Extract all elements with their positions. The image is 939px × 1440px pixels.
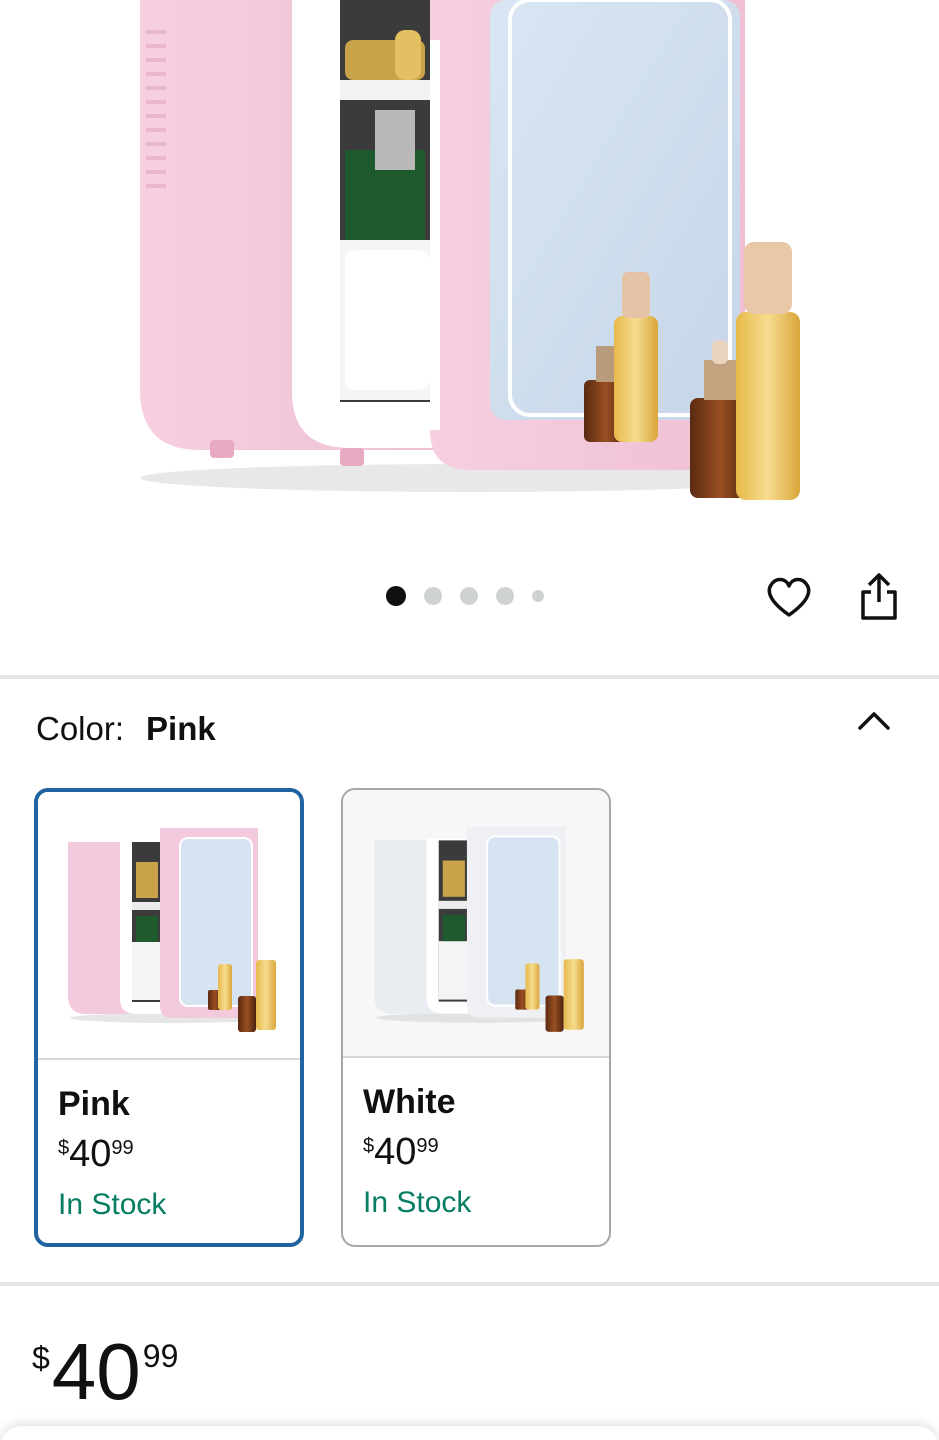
price-whole: 40: [374, 1131, 417, 1173]
section-divider: [0, 1282, 939, 1286]
heart-icon: [767, 577, 811, 617]
collapse-color-button[interactable]: [852, 700, 896, 740]
color-label: Color:: [36, 710, 125, 747]
price-whole: 40: [51, 1327, 141, 1416]
mini-fridge-illustration: [140, 0, 800, 500]
chevron-up-icon: [858, 712, 890, 730]
color-option-thumbnail: [38, 792, 300, 1060]
add-to-list-button[interactable]: [762, 570, 816, 624]
color-option-name: Pink: [58, 1085, 130, 1123]
product-image[interactable]: [0, 0, 939, 560]
section-divider: [0, 675, 939, 679]
carousel-dot-1[interactable]: [386, 586, 406, 606]
color-option-pink[interactable]: Pink $ 40 99 In Stock: [34, 788, 304, 1247]
image-carousel-dots[interactable]: [386, 586, 562, 606]
product-price: $ 40 99: [32, 1330, 178, 1414]
color-option-price: $ 40 99: [58, 1132, 300, 1176]
selected-color-value: Pink: [146, 710, 216, 747]
color-option-thumbnail: [343, 790, 609, 1058]
price-fraction: 99: [142, 1338, 179, 1374]
color-option-name: White: [363, 1083, 456, 1121]
price-symbol: $: [58, 1137, 70, 1159]
price-fraction: 99: [111, 1137, 134, 1159]
pink-fridge-thumbnail: [68, 828, 276, 1032]
carousel-dot-3[interactable]: [460, 587, 478, 605]
availability-status: In Stock: [58, 1188, 167, 1221]
price-symbol: $: [32, 1340, 50, 1376]
price-symbol: $: [363, 1135, 375, 1157]
color-option-price: $ 40 99: [363, 1130, 609, 1174]
bottom-sheet-edge: [0, 1426, 939, 1440]
availability-status: In Stock: [363, 1186, 472, 1219]
price-fraction: 99: [416, 1135, 439, 1157]
color-selector-header: Color: Pink: [36, 710, 216, 748]
color-option-white[interactable]: White $ 40 99 In Stock: [341, 788, 611, 1247]
price-whole: 40: [69, 1133, 112, 1175]
share-button[interactable]: [852, 570, 906, 624]
white-fridge-thumbnail: [374, 826, 584, 1032]
share-icon: [861, 573, 897, 620]
carousel-dot-5[interactable]: [532, 590, 544, 602]
carousel-dot-2[interactable]: [424, 587, 442, 605]
carousel-dot-4[interactable]: [496, 587, 514, 605]
